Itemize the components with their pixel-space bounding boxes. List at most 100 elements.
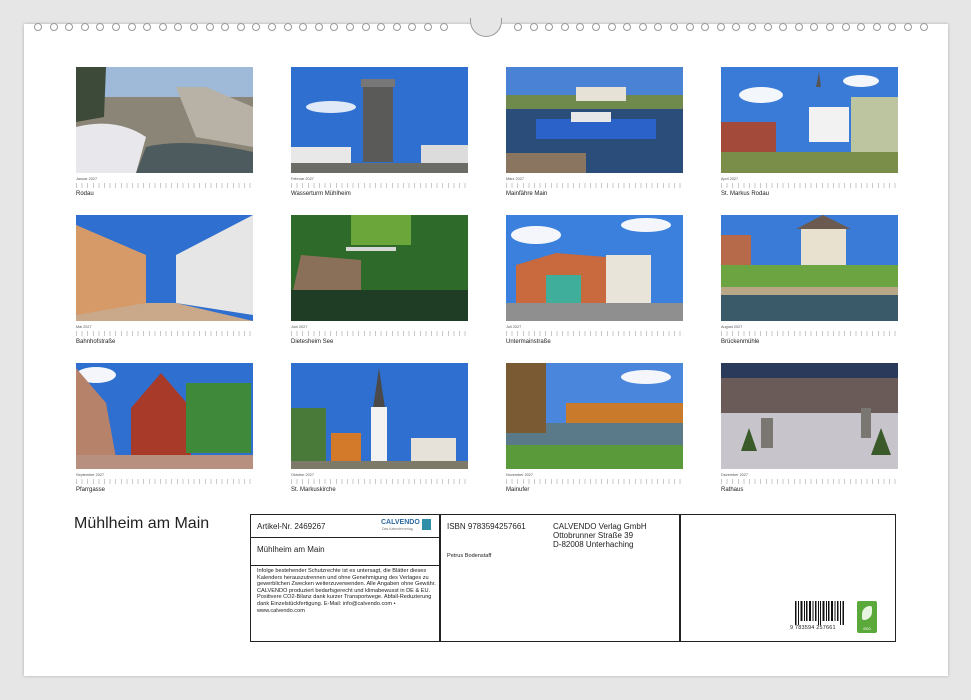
- day-grid: [721, 479, 898, 484]
- binding-hole: [545, 23, 554, 31]
- binding-hole: [252, 23, 261, 31]
- binding-hole: [904, 23, 912, 31]
- photo-caption: Rathaus: [721, 487, 744, 493]
- photo-dietesheim-see: [291, 215, 468, 321]
- binding-hole: [919, 23, 928, 31]
- binding-hole: [607, 23, 616, 31]
- binding-hole: [685, 23, 694, 31]
- barcode-number: 9 783594 257661: [790, 625, 836, 631]
- binding-hole: [576, 23, 585, 31]
- eco-badge: eco: [857, 601, 877, 633]
- month-label: Januar 2027: [76, 177, 98, 181]
- binding-hole: [779, 23, 788, 31]
- binding-hole: [794, 23, 803, 31]
- binding-hole: [424, 23, 432, 31]
- month-tile-june: Juni 2027 Dietesheim See: [291, 215, 468, 345]
- photo-bahnhofstrasse: [76, 215, 253, 321]
- binding-hole: [408, 23, 417, 31]
- day-grid: [76, 331, 253, 336]
- photo-caption: Brückenmühle: [721, 339, 760, 345]
- month-tile-october: Oktober 2027 St. Markuskirche: [291, 363, 468, 493]
- binding-hole: [623, 23, 632, 31]
- day-grid: [291, 331, 468, 336]
- binding-hole: [283, 23, 292, 31]
- binding-hole: [763, 23, 772, 31]
- binding-hole: [143, 23, 152, 31]
- photo-mainufer: [506, 363, 683, 469]
- binding-hole: [80, 23, 89, 31]
- month-label: Oktober 2027: [291, 473, 315, 477]
- product-info-box: Artikel-Nr. 2469267 CALVENDO Das Kalende…: [250, 514, 896, 642]
- calendar-title: Mühlheim am Main: [74, 515, 210, 532]
- day-grid: [76, 183, 253, 188]
- binding-hole: [670, 23, 678, 31]
- legal-notice: Infolge bestehender Schutzrechte ist es …: [257, 568, 436, 614]
- binding-hole: [732, 23, 741, 31]
- divider: [251, 537, 439, 538]
- binding-hole: [529, 23, 538, 31]
- photo-st-markus-rodau: [721, 67, 898, 173]
- brand-subline: Das Kalenderverlag: [382, 527, 413, 531]
- binding-hole: [592, 23, 600, 31]
- binding-hole: [34, 23, 42, 31]
- photo-st-markuskirche: [291, 363, 468, 469]
- month-label: November 2027: [506, 473, 534, 477]
- photo-untermainstrasse: [506, 215, 683, 321]
- day-grid: [291, 183, 468, 188]
- month-label: April 2027: [721, 177, 739, 181]
- photo-caption: Mainfähre Main: [506, 191, 548, 197]
- photo-caption: Dietesheim See: [291, 339, 334, 345]
- binding-hole: [872, 23, 881, 31]
- photo-caption: Wasserturm Mühlheim: [291, 191, 351, 197]
- binding-hole: [346, 23, 354, 31]
- photo-pfarrgasse: [76, 363, 253, 469]
- day-grid: [506, 331, 683, 336]
- binding-hole: [236, 23, 245, 31]
- month-tile-july: Juli 2027 Untermainstraße: [506, 215, 683, 345]
- isbn: ISBN 9783594257661: [447, 522, 526, 531]
- publisher-city: D-82008 Unterhaching: [553, 540, 634, 549]
- month-label: Dezember 2027: [721, 473, 749, 477]
- photo-rodau: [76, 67, 253, 173]
- binding-hole: [158, 23, 167, 31]
- author: Petrus Bodenstaff: [447, 553, 492, 559]
- month-label: März 2027: [506, 177, 524, 181]
- binding-hole: [49, 23, 58, 31]
- binding-hole: [654, 23, 663, 31]
- photo-rathaus: [721, 363, 898, 469]
- photo-caption: St. Markus Rodau: [721, 191, 770, 197]
- binding-hole: [268, 23, 276, 31]
- binding-hole: [361, 23, 370, 31]
- binding-hole: [190, 23, 198, 31]
- binding-hole: [439, 23, 448, 31]
- month-tile-september: September 2027 Pfarrgasse: [76, 363, 253, 493]
- day-grid: [721, 183, 898, 188]
- binding-hole: [299, 23, 308, 31]
- binding-hole: [221, 23, 230, 31]
- month-tile-march: März 2027 Mainfähre Main: [506, 67, 683, 197]
- month-label: Februar 2027: [291, 177, 314, 181]
- binding-hole: [96, 23, 105, 31]
- binding-hole: [127, 23, 136, 31]
- day-grid: [76, 479, 253, 484]
- day-grid: [506, 479, 683, 484]
- day-grid: [506, 183, 683, 188]
- binding-hole: [888, 23, 897, 31]
- photo-caption: Rodau: [76, 191, 94, 197]
- binding-hole: [112, 23, 120, 31]
- photo-mainfaehre: [506, 67, 683, 173]
- divider: [251, 565, 439, 566]
- photo-caption: Mainufer: [506, 487, 530, 493]
- month-tile-january: Januar 2027 Rodau: [76, 67, 253, 197]
- month-tile-april: April 2027 St. Markus Rodau: [721, 67, 898, 197]
- binding-hole: [560, 23, 569, 31]
- binding-hole: [514, 23, 522, 31]
- binding-hole: [748, 23, 756, 31]
- binding-hole: [701, 23, 710, 31]
- binding-hole: [857, 23, 866, 31]
- month-label: September 2027: [76, 473, 105, 477]
- hanger-notch: [470, 18, 502, 37]
- month-label: August 2027: [721, 325, 743, 329]
- binding-hole: [65, 23, 74, 31]
- month-label: Juli 2027: [506, 325, 522, 329]
